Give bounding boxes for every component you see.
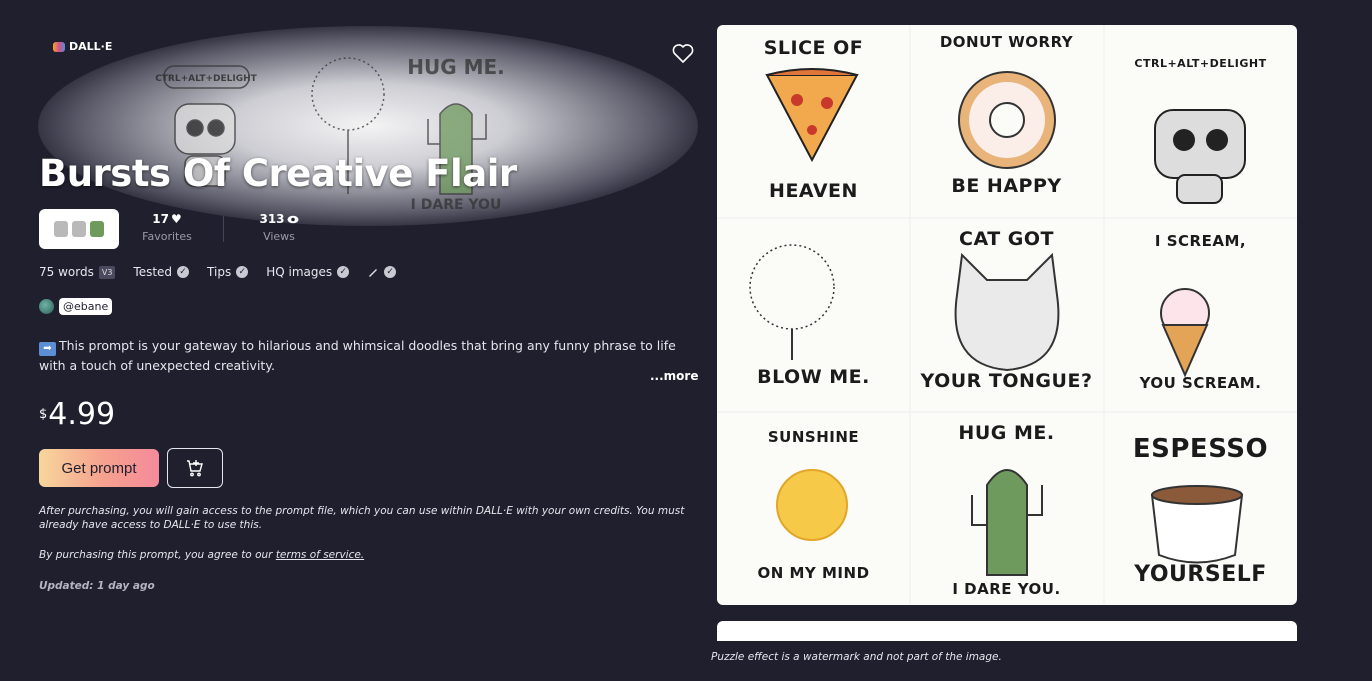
image-caption-top: DONUT WORRY [939, 33, 1074, 51]
verified-check-icon: ✓ [177, 266, 190, 278]
gallery-image[interactable]: SLICE OF HEAVEN [717, 25, 910, 218]
price: $ 4.99 [39, 397, 115, 432]
gallery-image[interactable]: BLOW ME. [717, 218, 910, 411]
favorites-stat: 17 ♥ Favorites [140, 212, 194, 243]
heart-icon: ♥ [170, 212, 182, 226]
image-caption-top: SUNSHINE [767, 428, 860, 446]
price-currency: $ [39, 407, 48, 422]
avatar [39, 299, 54, 314]
views-label: Views [263, 230, 295, 243]
prompt-title: Bursts Of Creative Flair [39, 152, 517, 195]
price-amount: 4.99 [48, 397, 116, 432]
image-caption-bottom: HEAVEN [769, 180, 858, 202]
image-caption-top: HUG ME. [958, 422, 1055, 444]
hero-cactus-caption-top: HUG ME. [407, 55, 505, 79]
favorite-heart-icon[interactable] [671, 42, 695, 64]
prompt-details-panel: CTRL+ALT+DELIGHT HUG ME. I DARE YOU DALL… [0, 0, 712, 681]
image-caption-bottom: BE HAPPY [951, 175, 1062, 197]
edit-tag: ✓ [367, 266, 397, 278]
image-caption-bottom: YOUR TONGUE? [920, 370, 1093, 392]
add-to-cart-button[interactable] [167, 448, 223, 488]
arrow-right-icon: ➡ [39, 342, 56, 356]
gallery-image[interactable]: HUG ME. I DARE YOU. [910, 412, 1103, 605]
tips-tag: Tips ✓ [207, 265, 249, 279]
image-caption-bottom: I DARE YOU. [952, 580, 1061, 598]
hq-images-tag: HQ images ✓ [266, 265, 350, 279]
verified-check-icon: ✓ [236, 266, 249, 278]
favorites-count: 17 [152, 212, 169, 226]
gallery-image[interactable]: ESPESSO YOURSELF [1104, 412, 1297, 605]
image-caption-bottom: BLOW ME. [757, 366, 870, 388]
terms-notice: By purchasing this prompt, you agree to … [39, 549, 365, 561]
image-caption-bottom: YOU SCREAM. [1139, 374, 1262, 392]
gallery-image[interactable]: DONUT WORRY BE HAPPY [910, 25, 1103, 218]
example-image-grid[interactable]: SLICE OF HEAVEN DONUT WORRY BE HAPPY CTR… [717, 25, 1297, 605]
brand-label: DALL·E [69, 40, 113, 53]
image-caption-top: ESPESSO [1132, 434, 1269, 464]
thumbnail-image [90, 221, 104, 237]
views-count: 313 [259, 212, 285, 226]
verified-check-icon: ✓ [384, 266, 397, 278]
model-brand[interactable]: DALL·E [53, 40, 112, 53]
read-more-link[interactable]: ...more [650, 369, 698, 383]
views-stat: 313 Views [252, 212, 306, 243]
tested-tag: Tested ✓ [133, 265, 190, 279]
verified-check-icon: ✓ [337, 266, 350, 278]
gallery-image[interactable]: SUNSHINE ON MY MIND [717, 412, 910, 605]
version-badge: V3 [98, 265, 116, 279]
thumbnail-image [72, 221, 86, 237]
prompt-meta: 75 words V3 Tested ✓ Tips ✓ HQ images ✓ … [39, 265, 397, 279]
terms-of-service-link[interactable]: terms of service. [276, 549, 364, 561]
gallery-image[interactable]: CAT GOT YOUR TONGUE? [910, 218, 1103, 411]
thumbnail-image [54, 221, 68, 237]
stats-divider [223, 216, 224, 242]
image-caption-top: CTRL+ALT+DELIGHT [1134, 57, 1267, 70]
watermark-note: Puzzle effect is a watermark and not par… [711, 651, 1002, 663]
hero-cactus-caption-bottom: I DARE YOU [411, 197, 502, 213]
favorites-label: Favorites [142, 230, 192, 243]
palette-icon [53, 41, 65, 52]
prompt-description: ➡ This prompt is your gateway to hilariou… [39, 336, 695, 375]
author-handle[interactable]: @ebane [59, 298, 113, 315]
second-image-card[interactable] [717, 621, 1297, 641]
eye-icon [287, 215, 299, 223]
pencil-icon [369, 269, 378, 277]
description-text: This prompt is your gateway to hilarious… [39, 338, 676, 373]
author-row[interactable]: @ebane [39, 298, 113, 315]
thumbnail-preview[interactable] [39, 209, 119, 249]
get-prompt-button[interactable]: Get prompt [39, 449, 159, 487]
image-caption-top: I SCREAM, [1154, 232, 1247, 250]
image-caption-top: CAT GOT [959, 228, 1054, 250]
gallery-image[interactable]: I SCREAM, YOU SCREAM. [1104, 218, 1297, 411]
word-count: 75 words V3 [39, 265, 116, 279]
gallery-image[interactable]: CTRL+ALT+DELIGHT [1104, 25, 1297, 218]
cart-plus-icon [187, 460, 203, 477]
hero-robot-caption: CTRL+ALT+DELIGHT [155, 74, 257, 84]
updated-timestamp: Updated: 1 day ago [39, 580, 155, 592]
purchase-info: After purchasing, you will gain access t… [39, 505, 685, 531]
image-caption-top: SLICE OF [763, 37, 864, 59]
image-caption-bottom: YOURSELF [1134, 562, 1267, 587]
image-caption-bottom: ON MY MIND [757, 564, 870, 582]
